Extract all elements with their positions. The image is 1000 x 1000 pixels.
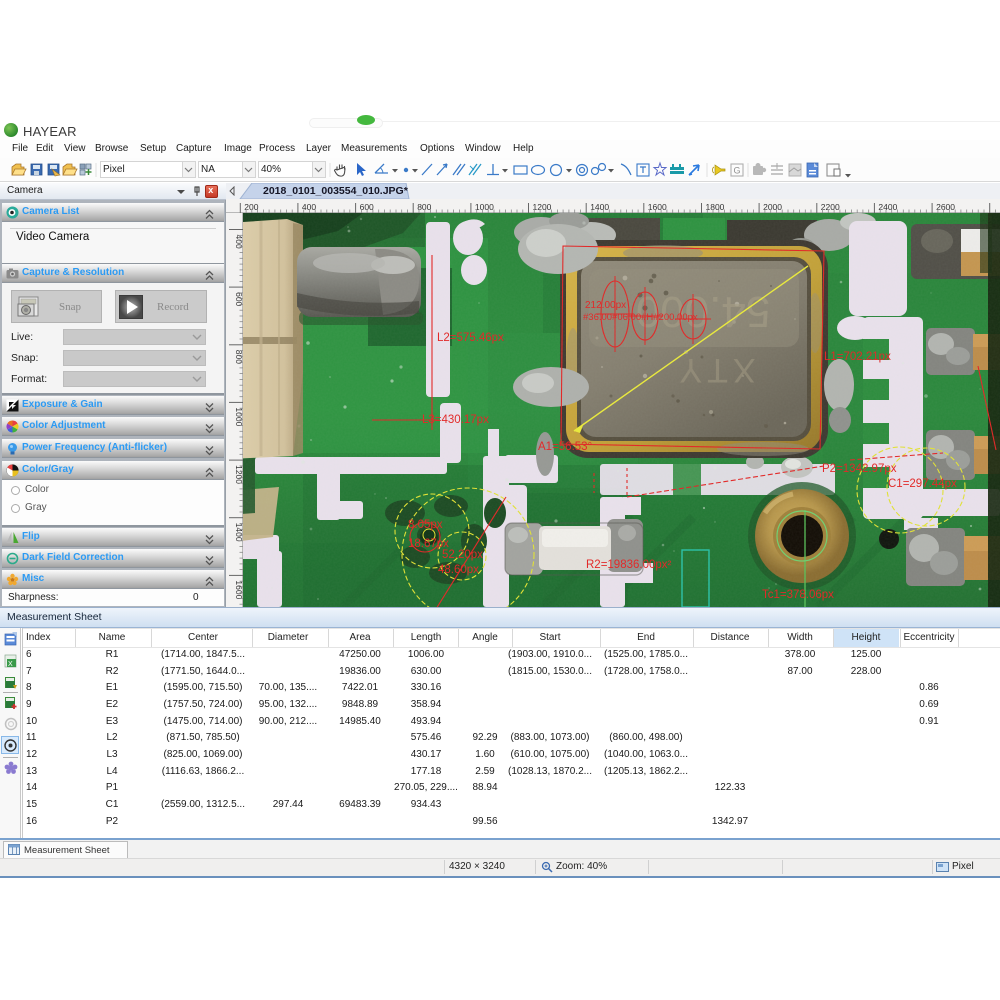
svg-text:1200: 1200: [533, 202, 552, 212]
svg-text:1800: 1800: [706, 202, 725, 212]
svg-text:1000: 1000: [234, 407, 243, 426]
svg-text:1600: 1600: [234, 580, 243, 599]
svg-text:2000: 2000: [763, 202, 782, 212]
svg-text:2600: 2600: [936, 202, 955, 212]
svg-text:1400: 1400: [234, 523, 243, 542]
svg-text:2200: 2200: [821, 202, 840, 212]
svg-text:1600: 1600: [648, 202, 667, 212]
svg-text:X: X: [8, 661, 13, 668]
svg-text:1200: 1200: [234, 465, 243, 484]
svg-text:G: G: [734, 166, 741, 176]
svg-text:1400: 1400: [590, 202, 609, 212]
svg-text:2400: 2400: [878, 202, 897, 212]
svg-text:1000: 1000: [475, 202, 494, 212]
